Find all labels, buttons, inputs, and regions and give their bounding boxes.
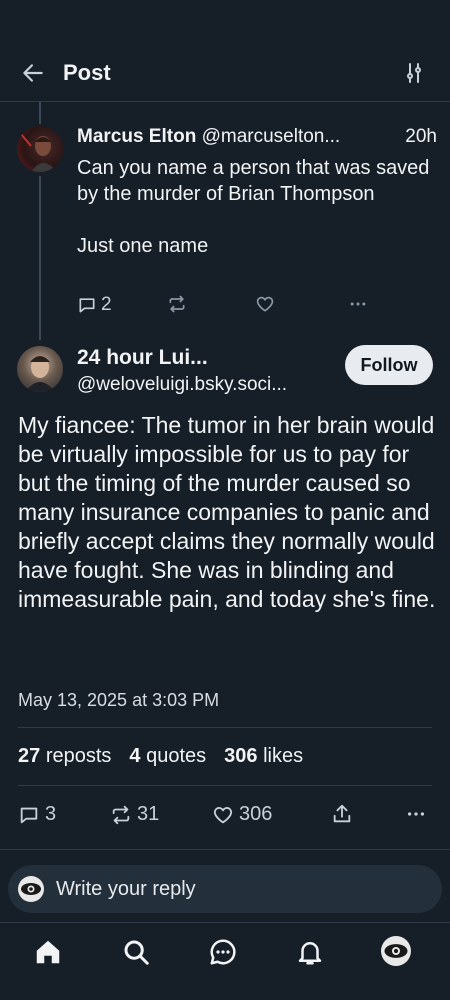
repost-button[interactable]: 31: [110, 803, 159, 826]
reply-count: 2: [101, 294, 112, 315]
reply-composer[interactable]: Write your reply: [8, 865, 442, 913]
share-button[interactable]: [331, 803, 353, 825]
repost-icon: [112, 805, 130, 824]
post-actions: 3 31 306: [18, 803, 432, 831]
search-icon[interactable]: [121, 937, 151, 967]
post-time: 20h: [405, 126, 437, 147]
reposts-stat[interactable]: 27 reposts: [18, 745, 111, 768]
likes-stat[interactable]: 306 likes: [224, 745, 303, 768]
profile-avatar[interactable]: [381, 936, 411, 966]
handle[interactable]: @weloveluigi.bsky.soci...: [77, 374, 335, 396]
top-bar: Post: [0, 0, 450, 102]
more-icon: [407, 812, 425, 816]
more-icon: [350, 302, 366, 306]
heart-icon: [256, 296, 274, 312]
comment-icon: [20, 807, 38, 823]
divider: [0, 849, 450, 850]
like-button[interactable]: 306: [212, 803, 272, 826]
post-text: Can you name a person that was saved by …: [77, 157, 430, 257]
repost-count: 31: [137, 803, 160, 825]
tune-icon[interactable]: [402, 61, 426, 85]
repost-button[interactable]: [167, 294, 187, 314]
arrow-left-icon[interactable]: [20, 60, 46, 86]
more-button[interactable]: [404, 803, 428, 825]
quotes-stat[interactable]: 4 quotes: [129, 745, 206, 768]
quotes-count: 4: [129, 745, 141, 767]
post-text: My fiancee: The tumor in her brain would…: [18, 412, 436, 612]
likes-label: likes: [263, 745, 304, 767]
follow-button[interactable]: Follow: [345, 345, 433, 385]
divider: [18, 785, 432, 786]
reply-input-placeholder[interactable]: Write your reply: [56, 878, 196, 901]
thread-line: [39, 102, 41, 124]
home-icon[interactable]: [33, 937, 63, 967]
share-icon: [333, 804, 351, 823]
post-stats: 27 reposts 4 quotes 306 likes: [18, 745, 303, 768]
divider: [18, 727, 432, 728]
handle[interactable]: @marcuselton...: [202, 126, 341, 147]
reply-button[interactable]: 2: [77, 294, 112, 316]
repost-icon: [169, 295, 185, 313]
likes-count: 306: [224, 745, 258, 767]
reposts-label: reposts: [45, 745, 112, 767]
post-date: May 13, 2025 at 3:03 PM: [18, 690, 220, 710]
bell-icon[interactable]: [295, 937, 325, 967]
page-title: Post: [63, 60, 111, 85]
thread-line: [39, 176, 41, 340]
bottom-nav: [0, 922, 450, 1000]
reply-button[interactable]: 3: [18, 803, 56, 826]
like-count: 306: [239, 803, 273, 825]
avatar: [18, 876, 44, 902]
display-name[interactable]: 24 hour Lui...: [77, 346, 208, 370]
reposts-count: 27: [18, 745, 41, 767]
reply-count: 3: [45, 803, 57, 825]
post-author-row: Marcus Elton @marcuselton... 20h: [77, 126, 437, 148]
chat-icon[interactable]: [208, 937, 238, 967]
like-button[interactable]: [255, 294, 275, 314]
quotes-label: quotes: [146, 745, 207, 767]
display-name[interactable]: Marcus Elton: [77, 126, 196, 147]
more-button[interactable]: [347, 294, 369, 314]
heart-icon: [213, 806, 233, 823]
avatar[interactable]: [17, 126, 63, 172]
comment-icon: [79, 298, 95, 313]
avatar[interactable]: [17, 346, 63, 392]
post-actions: 2: [77, 294, 377, 320]
